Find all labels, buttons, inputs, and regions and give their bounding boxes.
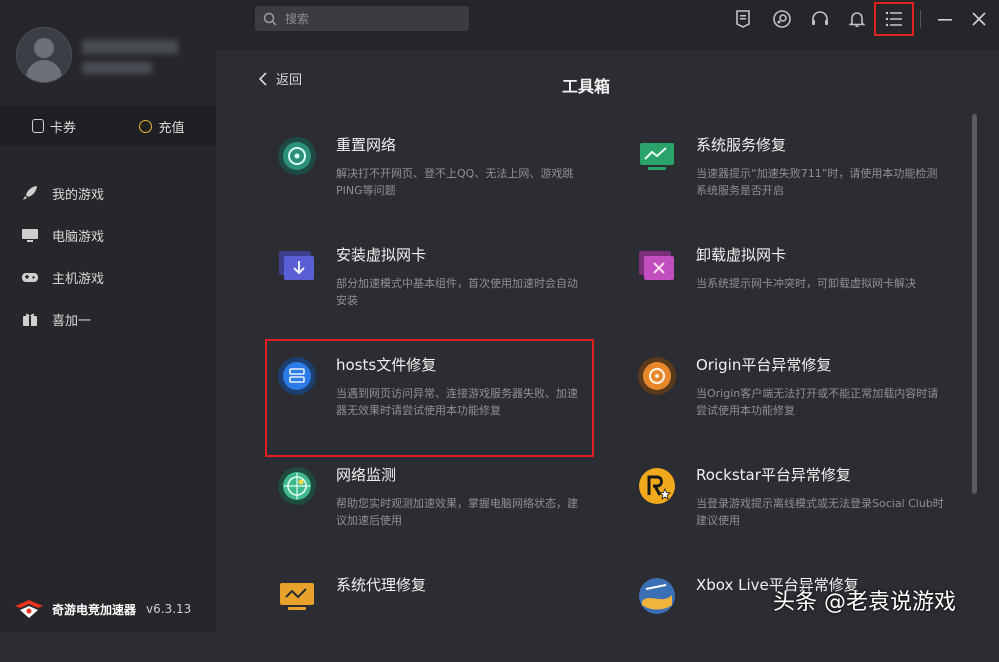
brand-version: v6.3.13 bbox=[146, 602, 192, 616]
gift-icon bbox=[23, 313, 37, 326]
tool-item-network-monitor[interactable]: 网络监测 帮助您实时观测加速效果，掌握电脑网络状态，建议加速后使用 bbox=[264, 452, 594, 552]
main-content: 返回 工具箱 重置网络 解决打不开网页、登不上QQ、无法上网、游戏跳PING等问… bbox=[216, 50, 999, 632]
brand: 奇游电竞加速器 v6.3.13 bbox=[14, 598, 191, 620]
close-button[interactable] bbox=[968, 8, 990, 30]
highlight-box bbox=[265, 339, 594, 457]
close-icon bbox=[972, 12, 986, 26]
tool-name: 网络监测 bbox=[336, 466, 397, 484]
blurred-user-info bbox=[82, 62, 152, 74]
toolbar-divider bbox=[920, 10, 921, 28]
network-monitor-icon bbox=[278, 467, 316, 505]
wallet-bar: 卡券 充值 bbox=[0, 106, 216, 146]
search-icon bbox=[263, 12, 277, 26]
minimize-button[interactable] bbox=[934, 8, 956, 30]
sidebar-item-free-games[interactable]: 喜加一 bbox=[0, 298, 216, 340]
sidebar-item-console-games[interactable]: 主机游戏 bbox=[0, 256, 216, 298]
sidebar: 卡券 充值 我的游戏 电脑游戏 主机游戏 喜加一 奇游电竞加速器 v6.3.13 bbox=[0, 0, 216, 632]
back-label: 返回 bbox=[276, 73, 303, 88]
tool-item-origin-repair[interactable]: Origin平台异常修复 当Origin客户端无法打开或不能正常加载内容时请尝试… bbox=[624, 342, 954, 442]
tool-item-rockstar-repair[interactable]: Rockstar平台异常修复 当登录游戏提示离线模式或无法登录Social Cl… bbox=[624, 452, 954, 552]
tool-description: 帮助您实时观测加速效果，掌握电脑网络状态，建议加速后使用 bbox=[336, 497, 578, 527]
system-service-icon bbox=[640, 143, 674, 170]
avatar[interactable] bbox=[16, 27, 72, 83]
xbox-live-icon bbox=[639, 578, 675, 614]
tool-name: Rockstar平台异常修复 bbox=[696, 466, 851, 484]
watermark: 头条 @老袁说游戏 bbox=[773, 590, 956, 615]
tool-name: 安装虚拟网卡 bbox=[336, 246, 427, 264]
tool-name: 系统服务修复 bbox=[696, 136, 787, 154]
sidebar-item-label: 电脑游戏 bbox=[52, 229, 105, 245]
sidebar-item-label: 喜加一 bbox=[52, 313, 92, 329]
reset-network-icon bbox=[278, 137, 316, 175]
back-button[interactable]: 返回 bbox=[258, 69, 302, 88]
sidebar-item-label: 我的游戏 bbox=[52, 187, 105, 203]
recharge-label: 充值 bbox=[158, 120, 185, 136]
origin-icon bbox=[638, 357, 676, 395]
menu-list-icon bbox=[885, 11, 902, 27]
top-bar bbox=[216, 0, 999, 50]
epic-games-button[interactable] bbox=[732, 8, 754, 30]
support-button[interactable] bbox=[809, 8, 831, 30]
tool-name: Origin平台异常修复 bbox=[696, 356, 832, 374]
card-voucher-label: 卡券 bbox=[49, 120, 76, 136]
tool-description: 当Origin客户端无法打开或不能正常加载内容时请尝试使用本功能修复 bbox=[696, 387, 939, 417]
sidebar-item-label: 主机游戏 bbox=[52, 271, 105, 287]
gamepad-icon bbox=[22, 273, 38, 282]
search-input[interactable] bbox=[283, 10, 457, 27]
system-proxy-icon bbox=[280, 583, 314, 610]
install-nic-icon bbox=[279, 251, 314, 280]
tool-item-system-proxy-repair[interactable]: 系统代理修复 bbox=[264, 562, 594, 662]
rockstar-icon bbox=[639, 468, 675, 504]
uninstall-nic-icon bbox=[639, 251, 674, 280]
epic-games-icon bbox=[736, 10, 750, 28]
scrollbar[interactable] bbox=[972, 114, 977, 494]
tool-name: 系统代理修复 bbox=[336, 576, 427, 594]
sidebar-item-pc-games[interactable]: 电脑游戏 bbox=[0, 214, 216, 256]
page-title: 工具箱 bbox=[562, 77, 611, 96]
tool-item-system-service-repair[interactable]: 系统服务修复 当速器提示“加速失败711”时，请使用本功能检测系统服务是否开启 bbox=[624, 122, 954, 222]
headset-icon bbox=[812, 11, 828, 25]
tool-description: 部分加速模式中基本组件，首次使用加速时会自动安装 bbox=[336, 277, 578, 307]
card-voucher-button[interactable]: 卡券 bbox=[0, 117, 108, 136]
tool-description: 当登录游戏提示离线模式或无法登录Social Club时建议使用 bbox=[696, 497, 944, 527]
bell-icon bbox=[848, 12, 866, 27]
minimize-icon bbox=[938, 19, 952, 21]
coupon-icon bbox=[31, 119, 44, 133]
brand-logo-icon bbox=[15, 600, 43, 618]
search-box bbox=[255, 6, 469, 31]
steam-button[interactable] bbox=[771, 8, 793, 30]
avatar-head-shape bbox=[34, 38, 54, 58]
tool-item-uninstall-virtual-nic[interactable]: 卸载虚拟网卡 当系统提示网卡冲突时，可卸载虚拟网卡解决 bbox=[624, 232, 954, 332]
blurred-username bbox=[82, 40, 178, 54]
brand-name: 奇游电竞加速器 bbox=[52, 602, 137, 617]
tool-description: 解决打不开网页、登不上QQ、无法上网、游戏跳PING等问题 bbox=[336, 167, 574, 197]
coin-icon bbox=[139, 119, 153, 133]
sidebar-nav: 我的游戏 电脑游戏 主机游戏 喜加一 bbox=[0, 172, 216, 340]
tool-item-install-virtual-nic[interactable]: 安装虚拟网卡 部分加速模式中基本组件，首次使用加速时会自动安装 bbox=[264, 232, 594, 332]
tool-item-reset-network[interactable]: 重置网络 解决打不开网页、登不上QQ、无法上网、游戏跳PING等问题 bbox=[264, 122, 594, 222]
chevron-left-icon bbox=[258, 71, 267, 86]
tool-name: 卸载虚拟网卡 bbox=[696, 246, 787, 264]
notification-button[interactable] bbox=[846, 8, 868, 30]
monitor-icon bbox=[22, 229, 38, 242]
tool-name: 重置网络 bbox=[336, 136, 397, 154]
avatar-body-shape bbox=[26, 60, 62, 82]
menu-button[interactable] bbox=[874, 2, 914, 36]
tool-description: 当系统提示网卡冲突时，可卸载虚拟网卡解决 bbox=[696, 277, 916, 290]
rocket-icon bbox=[23, 186, 37, 200]
steam-icon bbox=[773, 10, 791, 28]
tool-description: 当速器提示“加速失败711”时，请使用本功能检测系统服务是否开启 bbox=[696, 167, 938, 197]
sidebar-item-my-games[interactable]: 我的游戏 bbox=[0, 172, 216, 214]
recharge-button[interactable]: 充值 bbox=[108, 117, 216, 136]
